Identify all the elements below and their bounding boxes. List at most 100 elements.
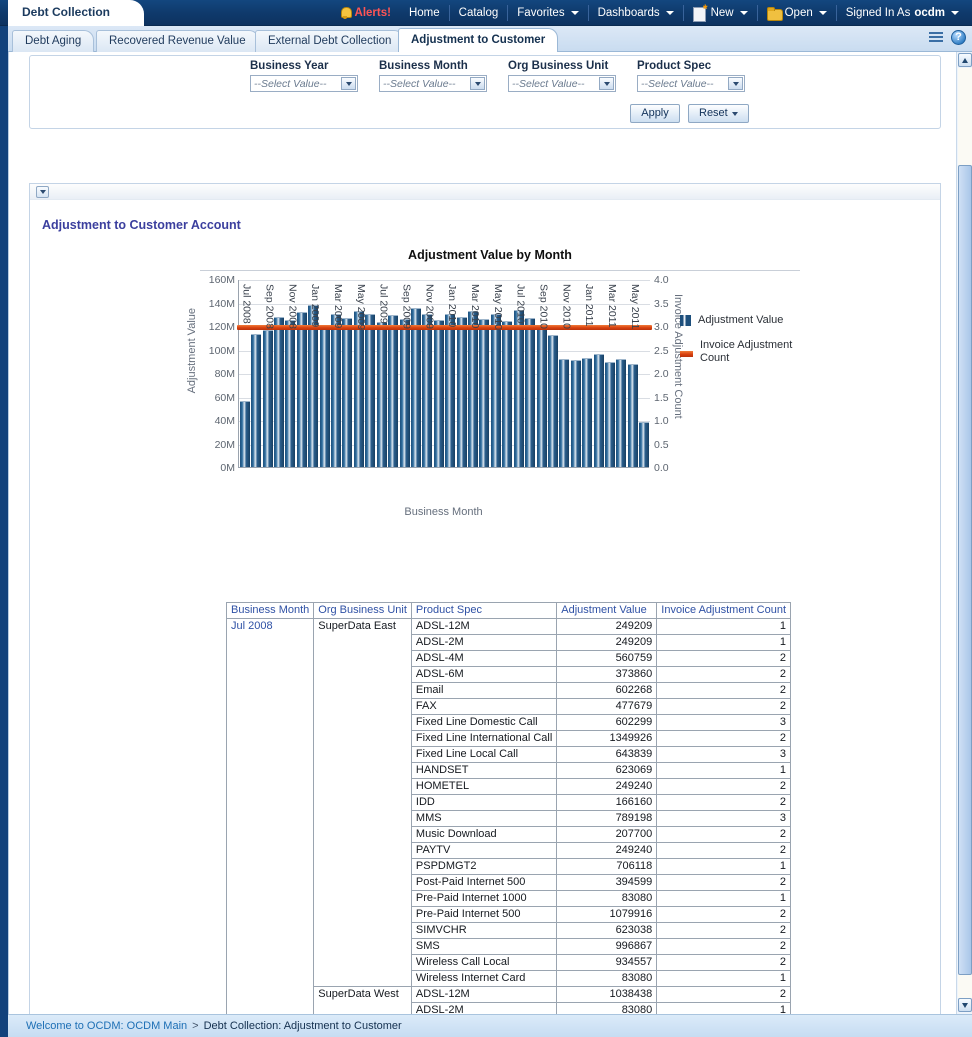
nav-open[interactable]: Open: [758, 0, 836, 26]
product-spec-select[interactable]: --Select Value--: [637, 75, 745, 92]
chart-bar[interactable]: [251, 334, 262, 467]
global-navigation: Alerts! Home Catalog Favorites Dashboard…: [331, 0, 968, 26]
scroll-up-button[interactable]: [958, 53, 972, 67]
chevron-down-icon[interactable]: [470, 77, 485, 90]
cell-adjustment-value: 996867: [556, 938, 658, 955]
cell-product-spec: HOMETEL: [410, 778, 558, 795]
chart-bar[interactable]: [559, 358, 570, 467]
business-month-select[interactable]: --Select Value--: [379, 75, 487, 92]
page-options-icon[interactable]: [929, 31, 944, 45]
chart-bar[interactable]: [376, 322, 387, 467]
chart-bar[interactable]: [273, 316, 284, 467]
tab-debt-aging[interactable]: Debt Aging: [12, 30, 95, 52]
table-column-header[interactable]: Business Month: [225, 602, 315, 619]
cell-adjustment-value: 394599: [556, 874, 658, 891]
nav-home[interactable]: Home: [400, 0, 449, 26]
chart-bar[interactable]: [433, 320, 444, 467]
chart-bar[interactable]: [353, 310, 364, 467]
chart-bar[interactable]: [490, 314, 501, 467]
apply-button[interactable]: Apply: [630, 104, 680, 123]
chart-bar[interactable]: [445, 314, 456, 467]
chart-bar[interactable]: [593, 354, 604, 467]
chart-bar[interactable]: [502, 321, 513, 467]
breadcrumb-current: Debt Collection: Adjustment to Customer: [203, 1020, 402, 1032]
chart-bar[interactable]: [239, 401, 250, 467]
chart-bar[interactable]: [365, 314, 376, 467]
chart-bar[interactable]: [547, 335, 558, 467]
collapse-section-button[interactable]: [36, 186, 49, 198]
chart-bar[interactable]: [639, 422, 650, 467]
chevron-down-icon[interactable]: [728, 77, 743, 90]
chart-bar[interactable]: [627, 363, 638, 467]
breadcrumb-separator: >: [192, 1020, 199, 1032]
chart-bar[interactable]: [479, 318, 490, 467]
nav-new-label: New: [710, 7, 734, 19]
scrollbar-thumb[interactable]: [958, 165, 972, 975]
dashboard-page: Business Year --Select Value-- Business …: [8, 52, 972, 1037]
breadcrumb-welcome-link[interactable]: Welcome to OCDM: OCDM Main: [26, 1020, 187, 1032]
chart-bar[interactable]: [410, 308, 421, 467]
table-column-header[interactable]: Invoice Adjustment Count: [656, 602, 792, 619]
scroll-down-button[interactable]: [958, 998, 972, 1012]
chart-bar[interactable]: [468, 310, 479, 467]
help-icon[interactable]: ?: [951, 30, 966, 45]
nav-catalog[interactable]: Catalog: [450, 0, 508, 26]
cell-invoice-adjustment-count: 1: [656, 970, 792, 987]
filter-label: Business Month: [379, 60, 468, 72]
chart-bar[interactable]: [262, 329, 273, 467]
chart-bar[interactable]: [616, 358, 627, 467]
nav-alerts-label: Alerts!: [354, 7, 391, 19]
nav-favorites[interactable]: Favorites: [508, 0, 587, 26]
x-axis-tick-label: Mar 2009: [332, 284, 345, 329]
tab-recovered-revenue-value[interactable]: Recovered Revenue Value: [96, 30, 259, 52]
legend-bar-swatch-icon: [680, 315, 691, 326]
cell-product-spec: Pre-Paid Internet 1000: [410, 890, 558, 907]
chart-bar[interactable]: [582, 357, 593, 467]
x-axis-tick-label: Jul 2010: [514, 284, 527, 324]
page-scrollbar[interactable]: [956, 52, 972, 1014]
secondary-y-axis-tick-label: 2.5: [654, 344, 669, 357]
table-column-header[interactable]: Product Spec: [410, 602, 558, 619]
secondary-y-axis-tick-label: 0.5: [654, 438, 669, 451]
chart-bar[interactable]: [319, 327, 330, 467]
chart-bar[interactable]: [525, 317, 536, 467]
cell-adjustment-value: 249209: [556, 618, 658, 635]
reset-button[interactable]: Reset: [688, 104, 749, 123]
nav-new[interactable]: New: [684, 0, 757, 26]
chart-bar[interactable]: [456, 316, 467, 467]
chart-bar[interactable]: [296, 311, 307, 467]
org-business-unit-select[interactable]: --Select Value--: [508, 75, 616, 92]
chart-bar[interactable]: [331, 314, 342, 467]
chart-bar[interactable]: [285, 320, 296, 467]
tab-external-debt-collection[interactable]: External Debt Collection: [255, 30, 405, 52]
chart-bar[interactable]: [388, 315, 399, 467]
table-column-header[interactable]: Org Business Unit: [313, 602, 412, 619]
secondary-y-axis-tick-label: 1.0: [654, 415, 669, 427]
business-year-select[interactable]: --Select Value--: [250, 75, 358, 92]
cell-invoice-adjustment-count: 2: [656, 906, 792, 923]
tab-adjustment-to-customer[interactable]: Adjustment to Customer: [398, 28, 559, 52]
chevron-down-icon: [818, 11, 827, 15]
chart-bar[interactable]: [513, 309, 524, 467]
cell-product-spec: ADSL-6M: [410, 666, 558, 683]
table-column-header[interactable]: Adjustment Value: [556, 602, 658, 619]
chevron-down-icon[interactable]: [599, 77, 614, 90]
cell-business-month[interactable]: Jul 2008: [225, 618, 315, 1019]
x-axis-tick-label: Sep 2009: [400, 284, 413, 329]
cell-adjustment-value: 1349926: [556, 730, 658, 747]
nav-alerts[interactable]: Alerts!: [331, 0, 400, 26]
cell-adjustment-value: 623069: [556, 762, 658, 779]
chart-bar[interactable]: [570, 360, 581, 467]
chart-bar[interactable]: [399, 318, 410, 467]
chart-bar[interactable]: [342, 317, 353, 467]
chart-bar[interactable]: [422, 314, 433, 467]
chevron-down-icon[interactable]: [341, 77, 356, 90]
cell-invoice-adjustment-count: 2: [656, 874, 792, 891]
chart-bar[interactable]: [605, 362, 616, 467]
x-axis-tick-label: Nov 2008: [286, 284, 299, 329]
secondary-y-axis-tick-label: 1.5: [654, 391, 669, 404]
prompt-action-buttons: Apply Reset: [630, 104, 749, 123]
chart-bar[interactable]: [536, 324, 547, 467]
nav-signed-in-as[interactable]: Signed In As ocdm: [837, 0, 968, 26]
nav-dashboards[interactable]: Dashboards: [589, 0, 683, 26]
